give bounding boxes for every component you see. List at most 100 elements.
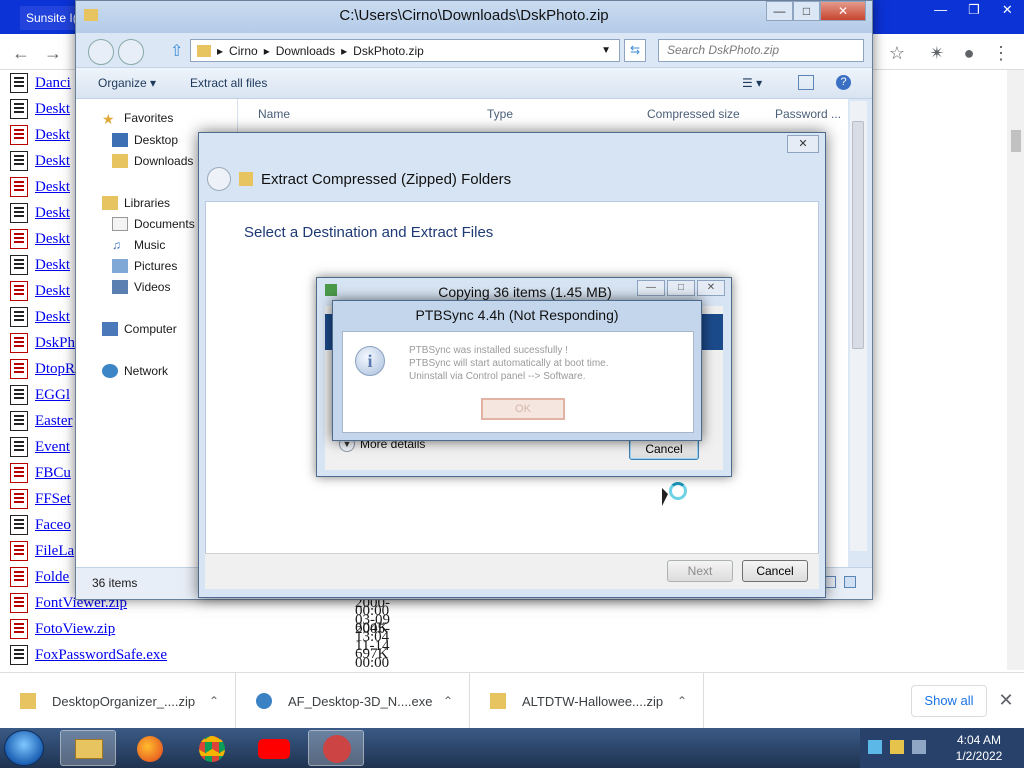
file-link[interactable]: Deskt xyxy=(35,127,70,144)
nav-desktop[interactable]: Desktop xyxy=(112,133,178,147)
file-link[interactable]: Deskt xyxy=(35,153,70,170)
file-link[interactable]: Deskt xyxy=(35,205,70,222)
nav-network[interactable]: Network xyxy=(102,364,168,378)
file-link[interactable]: Deskt xyxy=(35,231,70,248)
nav-documents[interactable]: Documents xyxy=(112,217,195,231)
chevron-up-icon[interactable]: ⌃ xyxy=(443,694,453,708)
clock[interactable]: 4:04 AM 1/2/2022 xyxy=(934,732,1024,766)
file-link[interactable]: FileLa xyxy=(35,543,74,560)
file-link[interactable]: Deskt xyxy=(35,179,70,196)
nav-computer[interactable]: Computer xyxy=(102,322,177,336)
close-icon[interactable]: ✕ xyxy=(991,0,1024,22)
chevron-up-icon[interactable]: ⌃ xyxy=(209,694,219,708)
file-link[interactable]: EGGl xyxy=(35,387,70,404)
download-item[interactable]: DesktopOrganizer_....zip ⌃ xyxy=(0,673,236,729)
help-icon[interactable]: ? xyxy=(836,75,851,90)
file-link[interactable]: Folde xyxy=(35,569,69,586)
page-scrollbar[interactable] xyxy=(1007,70,1024,670)
column-type[interactable]: Type xyxy=(487,107,513,121)
tiles-view-icon[interactable] xyxy=(844,576,856,588)
extract-all-button[interactable]: Extract all files xyxy=(190,76,267,90)
minimize-icon[interactable]: — xyxy=(924,0,957,22)
maximize-icon[interactable]: □ xyxy=(667,280,695,296)
file-link[interactable]: Deskt xyxy=(35,309,70,326)
restore-icon[interactable]: ❐ xyxy=(957,0,990,22)
search-input[interactable]: Search DskPhoto.zip xyxy=(658,39,864,62)
breadcrumb-dskphoto[interactable]: DskPhoto.zip xyxy=(353,44,424,58)
youtube-icon[interactable] xyxy=(246,730,302,766)
file-row: Deskt xyxy=(10,200,70,226)
ok-button[interactable]: OK xyxy=(481,398,565,420)
close-icon[interactable]: ✕ xyxy=(697,280,725,296)
minimize-icon[interactable]: — xyxy=(637,280,665,296)
extensions-icon[interactable]: ✴ xyxy=(926,42,948,64)
file-link[interactable]: DtopR xyxy=(35,361,75,378)
explorer-taskbar-icon[interactable] xyxy=(60,730,116,766)
nav-favorites[interactable]: ★ Favorites xyxy=(102,111,173,127)
breadcrumb-downloads[interactable]: Downloads xyxy=(276,44,335,58)
explorer-scrollbar[interactable] xyxy=(850,101,867,551)
back-icon[interactable] xyxy=(88,39,114,65)
nav-music[interactable]: ♫ Music xyxy=(112,238,165,252)
chevron-right-icon[interactable]: ▸ xyxy=(264,44,270,58)
nav-libraries[interactable]: Libraries xyxy=(102,196,170,210)
close-icon[interactable]: ✕ xyxy=(996,687,1016,713)
firefox-icon[interactable] xyxy=(122,730,178,766)
close-icon[interactable]: ✕ xyxy=(820,1,866,21)
file-link[interactable]: Deskt xyxy=(35,101,70,118)
chevron-up-icon[interactable]: ⌃ xyxy=(677,694,687,708)
file-link[interactable]: FBCu xyxy=(35,465,71,482)
column-password[interactable]: Password ... xyxy=(775,107,841,121)
show-all-button[interactable]: Show all xyxy=(911,685,987,717)
address-bar[interactable]: ▸ Cirno ▸ Downloads ▸ DskPhoto.zip ▼ xyxy=(190,39,620,62)
tray-icon[interactable] xyxy=(868,740,882,754)
browser-tab[interactable]: Sunsite I( xyxy=(20,6,76,30)
file-link[interactable]: FoxPasswordSafe.exe xyxy=(35,647,167,664)
profile-icon[interactable]: ● xyxy=(958,42,980,64)
chevron-right-icon[interactable]: ▸ xyxy=(341,44,347,58)
start-button[interactable] xyxy=(4,730,44,766)
close-icon[interactable]: ✕ xyxy=(787,135,819,153)
videos-icon xyxy=(112,280,128,294)
explorer-title-bar[interactable]: C:\Users\Cirno\Downloads\DskPhoto.zip — … xyxy=(76,1,872,33)
file-link[interactable]: Deskt xyxy=(35,257,70,274)
file-link[interactable]: Easter xyxy=(35,413,72,430)
breadcrumb-cirno[interactable]: Cirno xyxy=(229,44,258,58)
maximize-icon[interactable]: □ xyxy=(793,1,820,21)
file-link[interactable]: DskPh xyxy=(35,335,75,352)
nav-downloads[interactable]: Downloads xyxy=(112,154,193,168)
file-link[interactable]: Danci xyxy=(35,75,71,92)
chevron-right-icon[interactable]: ▸ xyxy=(217,44,223,58)
preview-pane-icon[interactable] xyxy=(798,75,814,90)
volume-icon[interactable] xyxy=(912,740,926,754)
file-link[interactable]: Deskt xyxy=(35,283,70,300)
ptbsync-taskbar-icon[interactable] xyxy=(308,730,364,766)
download-item[interactable]: ALTDTW-Hallowee....zip ⌃ xyxy=(470,673,704,729)
organize-button[interactable]: Organize ▾ xyxy=(98,76,156,90)
back-arrow-icon[interactable]: ← xyxy=(10,42,32,64)
file-link[interactable]: Event xyxy=(35,439,70,456)
up-arrow-icon[interactable]: ⇧ xyxy=(170,41,183,61)
nav-videos[interactable]: Videos xyxy=(112,280,170,294)
next-button[interactable]: Next xyxy=(667,560,733,582)
file-link[interactable]: FFSet xyxy=(35,491,71,508)
dropdown-icon[interactable]: ▼ xyxy=(601,45,611,56)
cancel-button[interactable]: Cancel xyxy=(742,560,808,582)
file-link[interactable]: Faceo xyxy=(35,517,71,534)
bookmark-star-icon[interactable]: ☆ xyxy=(886,42,908,64)
forward-arrow-icon[interactable]: → xyxy=(42,42,64,64)
file-link[interactable]: FotoView.zip xyxy=(35,621,115,638)
refresh-icon[interactable]: ⇆ xyxy=(624,39,646,62)
tray-icon[interactable] xyxy=(890,740,904,754)
download-item[interactable]: AF_Desktop-3D_N....exe ⌃ xyxy=(236,673,470,729)
column-name[interactable]: Name xyxy=(258,107,290,121)
column-compressed-size[interactable]: Compressed size xyxy=(647,107,740,121)
chrome-icon[interactable] xyxy=(184,730,240,766)
nav-pictures[interactable]: Pictures xyxy=(112,259,177,273)
cancel-button[interactable]: Cancel xyxy=(629,438,699,460)
back-arrow-icon[interactable] xyxy=(207,167,231,191)
forward-icon[interactable] xyxy=(118,39,144,65)
view-options-icon[interactable]: ☰ ▾ xyxy=(742,76,762,90)
menu-dots-icon[interactable]: ⋮ xyxy=(990,42,1012,64)
minimize-icon[interactable]: — xyxy=(766,1,793,21)
